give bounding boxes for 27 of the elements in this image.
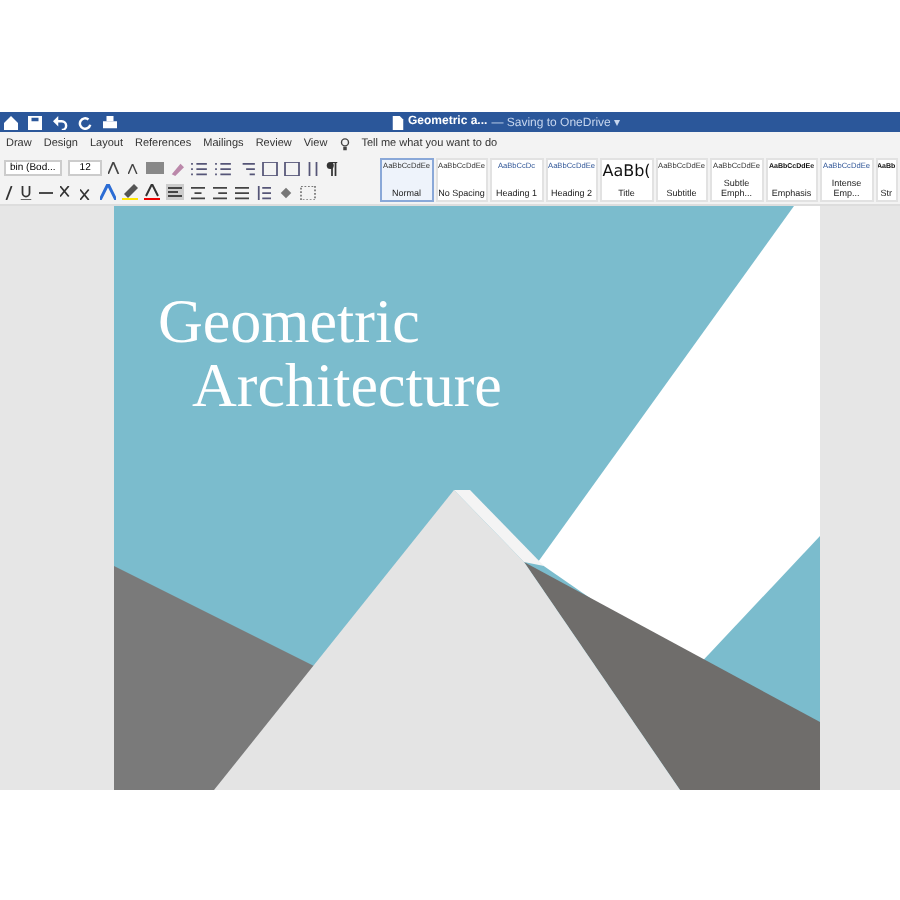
align-right-icon[interactable] — [212, 185, 228, 199]
multilevel-list-icon[interactable] — [238, 161, 257, 175]
clear-format-icon[interactable] — [170, 161, 185, 175]
bullet-list-icon[interactable] — [190, 161, 209, 175]
text-effects-icon[interactable] — [100, 184, 116, 200]
shrink-font-icon[interactable] — [128, 163, 141, 173]
italic-icon[interactable] — [4, 185, 14, 199]
save-icon[interactable] — [28, 115, 42, 129]
pilcrow-icon[interactable] — [326, 161, 339, 175]
numbered-list-icon[interactable] — [214, 161, 233, 175]
redo-icon[interactable] — [78, 115, 92, 129]
borders-icon[interactable] — [300, 185, 316, 199]
align-left-icon[interactable] — [166, 184, 184, 200]
lightbulb-icon — [339, 137, 350, 151]
style-preview: AaBb( — [602, 162, 651, 180]
highlighter-icon[interactable] — [122, 184, 138, 200]
font-color-icon[interactable] — [144, 184, 160, 200]
underline-icon[interactable] — [20, 185, 32, 199]
undo-icon[interactable] — [52, 115, 68, 129]
line-spacing-icon[interactable] — [256, 185, 272, 199]
cover-title: Architecture — [192, 354, 502, 418]
print-icon[interactable] — [102, 115, 118, 129]
grow-font-icon[interactable] — [108, 162, 123, 174]
cover-title: Geometric — [158, 290, 422, 354]
shading-icon[interactable] — [278, 185, 294, 199]
align-center-icon[interactable] — [190, 185, 206, 199]
justify-icon[interactable] — [234, 185, 250, 199]
